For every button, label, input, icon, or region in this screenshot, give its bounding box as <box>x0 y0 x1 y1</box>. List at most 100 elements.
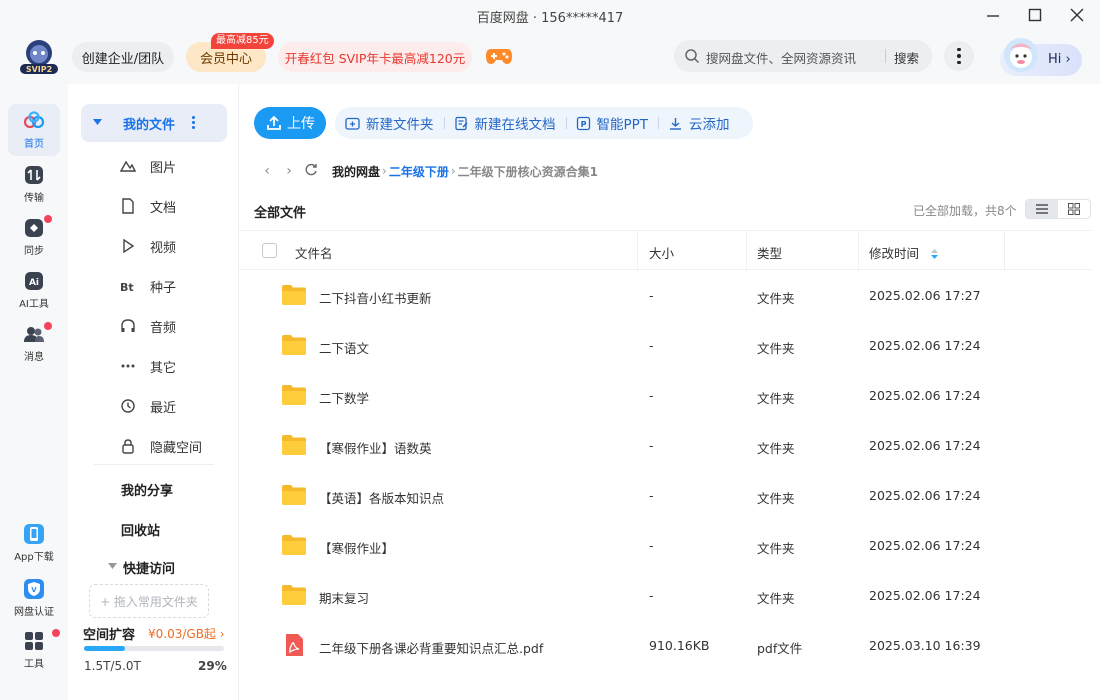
select-all-checkbox[interactable] <box>262 243 277 258</box>
maximize-button[interactable] <box>1020 4 1050 26</box>
table-row[interactable]: 二年级下册各课必背重要知识点汇总.pdf 910.16KB pdf文件 2025.03… <box>239 621 1092 671</box>
storage-percent-text: 29% <box>198 659 227 673</box>
search-divider <box>885 49 886 63</box>
rail-label-transfer: 传输 <box>24 193 44 204</box>
table-row[interactable]: 期末复习 - 文件夹 2025.02.06 17:24 <box>239 571 1092 621</box>
nav-my-share[interactable]: 我的分享 <box>121 480 173 499</box>
file-modified-time: 2025.02.06 17:24 <box>869 388 981 403</box>
download-icon <box>670 117 682 130</box>
rail-transfer[interactable]: 传输 <box>8 158 60 210</box>
grid-view-button[interactable] <box>1058 200 1090 218</box>
document-icon <box>122 198 134 214</box>
search-box[interactable]: 搜网盘文件、全网资源资讯 搜索 <box>674 40 932 72</box>
close-icon <box>1070 8 1084 22</box>
verify-icon: V <box>24 579 44 599</box>
minimize-button[interactable] <box>978 4 1008 26</box>
column-modified[interactable]: 修改时间 <box>869 243 938 262</box>
rail-verify[interactable]: V 网盘认证 <box>8 572 60 624</box>
table-row[interactable]: 【英语】各版本知识点 - 文件夹 2025.02.06 17:24 <box>239 471 1092 521</box>
new-online-doc-button[interactable]: 新建在线文档 <box>443 107 566 139</box>
table-row[interactable]: 【寒假作业】语数英 - 文件夹 2025.02.06 17:24 <box>239 421 1092 471</box>
table-row[interactable]: 二下数学 - 文件夹 2025.02.06 17:24 <box>239 371 1092 421</box>
nav-my-files[interactable]: 我的文件 <box>81 104 227 142</box>
table-row[interactable]: 【寒假作业】 - 文件夹 2025.02.06 17:24 <box>239 521 1092 571</box>
file-modified-time: 2025.02.06 17:24 <box>869 438 981 453</box>
file-size: - <box>649 588 654 603</box>
breadcrumb-level1[interactable]: 二年级下册 <box>389 163 449 180</box>
file-type: 文件夹 <box>757 591 795 606</box>
rail-label-tools: 工具 <box>24 659 44 670</box>
nav-quick-access[interactable]: 快捷访问 <box>108 558 176 577</box>
rail-label-messages: 消息 <box>24 352 44 363</box>
list-view-button[interactable] <box>1026 200 1058 218</box>
cloud-add-button[interactable]: 云添加 <box>658 107 740 139</box>
new-folder-label: 新建文件夹 <box>366 117 434 133</box>
file-modified-time: 2025.02.06 17:24 <box>869 588 981 603</box>
space-expand-title[interactable]: 空间扩容 <box>83 624 135 643</box>
file-name[interactable]: 二下抖音小红书更新 <box>319 288 432 307</box>
rail-app-download[interactable]: App下载 <box>8 517 60 569</box>
file-modified-time: 2025.02.06 17:24 <box>869 488 981 503</box>
file-type: 文件夹 <box>757 491 795 506</box>
file-name[interactable]: 二下数学 <box>319 388 369 407</box>
smart-ppt-label: 智能PPT <box>596 117 649 133</box>
file-type: 文件夹 <box>757 441 795 456</box>
folder-icon <box>282 585 306 605</box>
file-size: - <box>649 338 654 353</box>
smart-ppt-button[interactable]: P 智能PPT <box>565 107 659 139</box>
greeting-text[interactable]: Hi › <box>1048 52 1071 67</box>
breadcrumb: ‹ › 我的网盘 › 二年级下册 › 二年级下册核心资源合集1 <box>256 161 598 181</box>
column-type[interactable]: 类型 <box>757 243 782 262</box>
more-menu-button[interactable] <box>944 41 974 71</box>
forward-icon[interactable]: › <box>278 163 300 179</box>
table-row[interactable]: 二下抖音小红书更新 - 文件夹 2025.02.06 17:27 <box>239 271 1092 321</box>
phone-icon <box>24 524 44 544</box>
avatar[interactable] <box>1002 36 1040 74</box>
rail-home[interactable]: 首页 <box>8 104 60 156</box>
vip-discount-badge: 最高减85元 <box>211 33 274 49</box>
upload-label: 上传 <box>287 116 315 132</box>
column-size[interactable]: 大小 <box>649 243 674 262</box>
maximize-icon <box>1028 8 1042 22</box>
chevron-down-icon <box>108 563 117 569</box>
file-name[interactable]: 【寒假作业】 <box>319 538 394 557</box>
create-team-button[interactable]: 创建企业/团队 <box>72 42 174 72</box>
quick-access-label: 快捷访问 <box>123 562 176 577</box>
pdf-icon <box>286 634 303 656</box>
search-input[interactable]: 搜网盘文件、全网资源资讯 <box>706 48 856 67</box>
upload-icon <box>267 115 281 130</box>
file-name[interactable]: 二下语文 <box>319 338 369 357</box>
file-size: - <box>649 388 654 403</box>
list-title: 全部文件 <box>254 206 307 221</box>
rail-label-home: 首页 <box>24 139 44 150</box>
folder-icon <box>282 335 306 355</box>
close-button[interactable] <box>1062 4 1092 26</box>
file-name[interactable]: 【寒假作业】语数英 <box>319 438 432 457</box>
rail-sync[interactable]: 同步 <box>8 211 60 263</box>
rail-messages[interactable]: 消息 <box>8 317 60 369</box>
refresh-icon[interactable] <box>300 163 322 180</box>
file-name[interactable]: 期末复习 <box>319 588 369 607</box>
column-name[interactable]: 文件名 <box>295 243 333 262</box>
search-button[interactable]: 搜索 <box>894 48 919 67</box>
kebab-icon[interactable] <box>192 116 195 129</box>
svg-text:P: P <box>580 120 586 129</box>
upload-button[interactable]: 上传 <box>254 107 326 139</box>
rail-ai-tools[interactable]: Ai AI工具 <box>8 264 60 316</box>
file-modified-time: 2025.02.06 17:24 <box>869 538 981 553</box>
file-name[interactable]: 【英语】各版本知识点 <box>319 488 444 507</box>
svip-logo[interactable]: SVIP2 <box>17 38 61 76</box>
drop-folder-zone[interactable]: + 拖入常用文件夹 <box>89 584 209 618</box>
nav-recycle-bin[interactable]: 回收站 <box>121 520 160 539</box>
table-row[interactable]: 二下语文 - 文件夹 2025.02.06 17:24 <box>239 321 1092 371</box>
breadcrumb-root[interactable]: 我的网盘 <box>332 163 380 180</box>
tools-notify-dot <box>52 629 60 637</box>
file-name[interactable]: 二年级下册各课必背重要知识点汇总.pdf <box>319 638 543 657</box>
back-icon[interactable]: ‹ <box>256 163 278 179</box>
file-type: 文件夹 <box>757 291 795 306</box>
gamepad-icon[interactable] <box>485 45 513 67</box>
grid-view-icon <box>1068 203 1080 215</box>
space-expand-price[interactable]: ¥0.03/GB起 › <box>148 625 225 642</box>
new-folder-button[interactable]: 新建文件夹 <box>335 107 444 139</box>
promo-button[interactable]: 开春红包 SVIP年卡最高减120元 <box>278 42 472 72</box>
